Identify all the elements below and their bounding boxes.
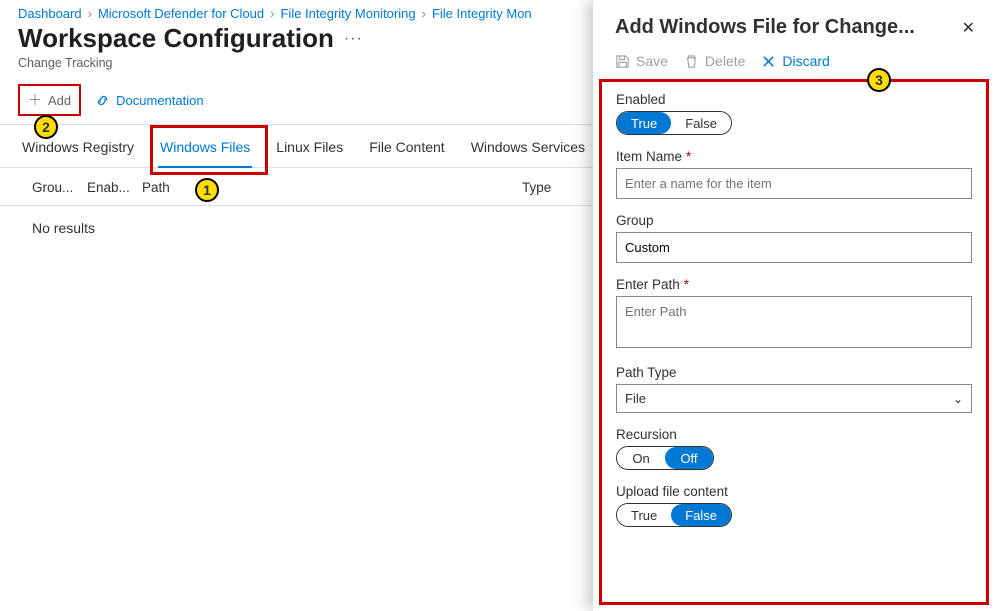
delete-icon [684, 54, 699, 69]
more-icon[interactable]: ··· [344, 30, 363, 48]
tab-linux-files[interactable]: Linux Files [274, 125, 345, 167]
add-file-panel: Add Windows File for Change... ✕ Save De… [593, 0, 995, 611]
path-type-select[interactable]: File ⌄ [616, 384, 972, 413]
upload-content-label: Upload file content [616, 484, 972, 499]
link-icon [95, 93, 110, 108]
discard-icon [761, 54, 776, 69]
recursion-on[interactable]: On [617, 447, 665, 469]
col-type[interactable]: Type [522, 180, 582, 195]
discard-label: Discard [782, 53, 829, 69]
annotation-callout-2: 2 [34, 115, 58, 139]
enabled-true[interactable]: True [617, 112, 671, 134]
upload-false[interactable]: False [671, 504, 731, 526]
enter-path-label: Enter Path [616, 277, 680, 292]
enter-path-input[interactable] [616, 296, 972, 348]
path-type-label: Path Type [616, 365, 972, 380]
crumb-fim[interactable]: File Integrity Monitoring [280, 6, 415, 21]
panel-title: Add Windows File for Change... [615, 16, 915, 39]
upload-content-toggle[interactable]: True False [616, 503, 732, 527]
item-name-input[interactable] [616, 168, 972, 199]
annotation-callout-1: 1 [195, 178, 219, 202]
chevron-right-icon: › [270, 6, 274, 21]
recursion-toggle[interactable]: On Off [616, 446, 714, 470]
panel-toolbar: Save Delete Discard [593, 47, 995, 79]
required-indicator: * [684, 277, 689, 292]
close-icon[interactable]: ✕ [962, 18, 975, 38]
chevron-right-icon: › [422, 6, 426, 21]
enabled-label: Enabled [616, 92, 972, 107]
plus-icon: ＋ [28, 90, 42, 110]
chevron-right-icon: › [88, 6, 92, 21]
annotation-callout-3: 3 [867, 68, 891, 92]
item-name-label: Item Name [616, 149, 682, 164]
panel-body: Enabled True False Item Name * Group Ente… [599, 79, 989, 605]
documentation-link[interactable]: Documentation [95, 93, 203, 108]
col-group[interactable]: Grou... [32, 180, 77, 195]
crumb-dashboard[interactable]: Dashboard [18, 6, 82, 21]
chevron-down-icon: ⌄ [953, 392, 963, 406]
crumb-fim-truncated[interactable]: File Integrity Mon [432, 6, 532, 21]
upload-true[interactable]: True [617, 504, 671, 526]
enabled-toggle[interactable]: True False [616, 111, 732, 135]
tab-windows-services[interactable]: Windows Services [469, 125, 587, 167]
group-input[interactable] [616, 232, 972, 263]
discard-button[interactable]: Discard [761, 53, 829, 69]
tab-windows-files[interactable]: Windows Files [158, 125, 252, 167]
save-icon [615, 54, 630, 69]
recursion-label: Recursion [616, 427, 972, 442]
recursion-off[interactable]: Off [665, 447, 713, 469]
page-title: Workspace Configuration [18, 23, 334, 54]
tab-file-content[interactable]: File Content [367, 125, 446, 167]
save-label: Save [636, 53, 668, 69]
add-button[interactable]: ＋ Add [18, 84, 81, 116]
delete-label: Delete [705, 53, 745, 69]
add-button-label: Add [48, 93, 71, 108]
path-type-value: File [625, 391, 646, 406]
crumb-defender[interactable]: Microsoft Defender for Cloud [98, 6, 264, 21]
col-enabled[interactable]: Enab... [87, 180, 132, 195]
documentation-label: Documentation [116, 93, 203, 108]
required-indicator: * [686, 149, 691, 164]
save-button[interactable]: Save [615, 53, 668, 69]
enabled-false[interactable]: False [671, 112, 731, 134]
delete-button[interactable]: Delete [684, 53, 745, 69]
group-label: Group [616, 213, 972, 228]
